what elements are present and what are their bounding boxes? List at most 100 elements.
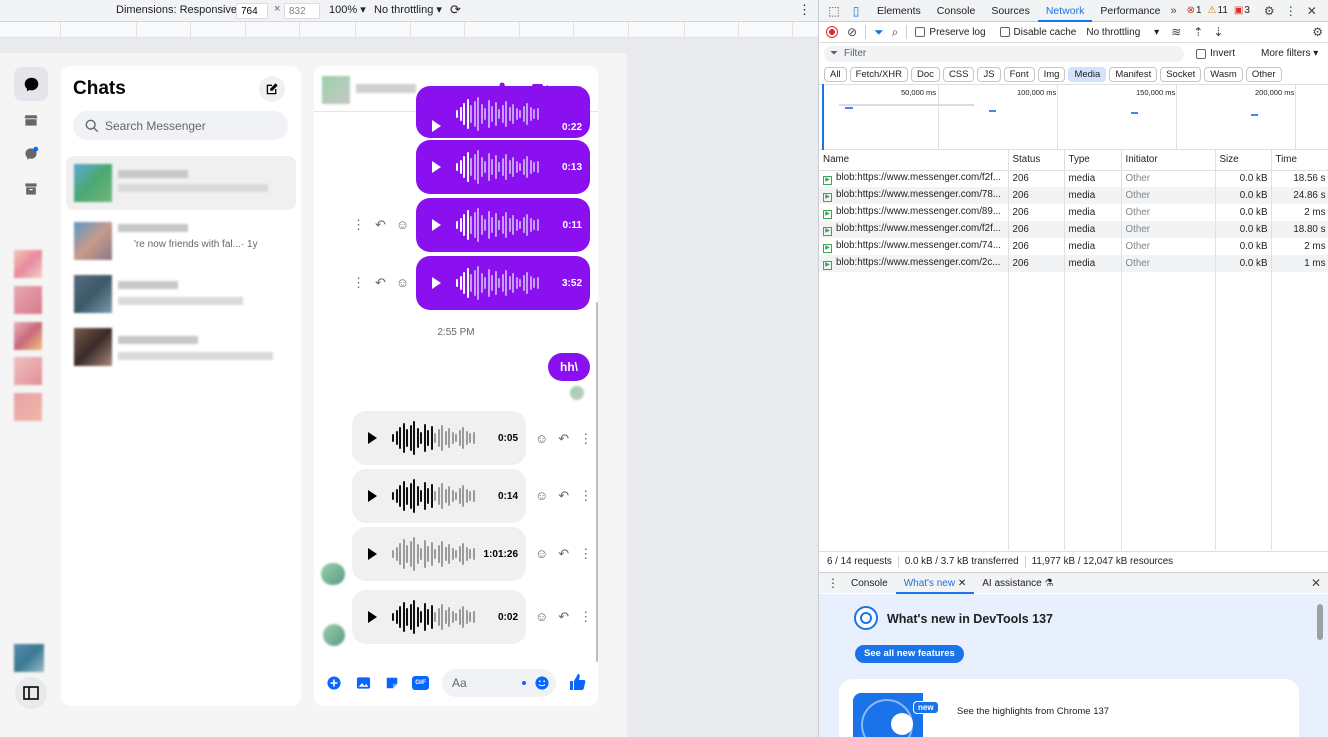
more-options-icon[interactable]: ⋮: [579, 431, 592, 447]
play-icon[interactable]: [432, 277, 441, 289]
filter-input[interactable]: ⏷ Filter: [824, 45, 1184, 62]
rotate-icon[interactable]: ⟳: [450, 2, 461, 18]
archive-icon[interactable]: [14, 172, 48, 206]
warning-counter[interactable]: ⚠ 11: [1208, 5, 1228, 16]
filter-chip-media[interactable]: Media: [1068, 67, 1107, 82]
avatar[interactable]: [14, 286, 42, 314]
outgoing-voice-message[interactable]: 0:11: [416, 198, 590, 252]
reply-icon[interactable]: ↶: [558, 488, 569, 504]
settings-icon[interactable]: ⚙: [1264, 4, 1275, 18]
request-row[interactable]: ▶ blob:https://www.messenger.com/89... 206…: [819, 204, 1328, 221]
request-row[interactable]: ▶ blob:https://www.messenger.com/74... 206…: [819, 238, 1328, 255]
filter-chip-all[interactable]: All: [824, 67, 847, 82]
column-header-status[interactable]: Status: [1008, 150, 1065, 171]
react-icon[interactable]: ☺: [535, 609, 548, 625]
incoming-voice-message[interactable]: 0:05: [352, 411, 526, 465]
avatar[interactable]: [14, 322, 42, 350]
new-message-button[interactable]: [259, 76, 285, 102]
request-row[interactable]: ▶ blob:https://www.messenger.com/2c... 206…: [819, 255, 1328, 272]
search-input[interactable]: Search Messenger: [73, 111, 288, 140]
more-tabs-icon[interactable]: »: [1170, 5, 1176, 17]
more-options-icon[interactable]: ⋮: [579, 546, 592, 562]
play-icon[interactable]: [432, 219, 441, 231]
reply-icon[interactable]: ↶: [375, 275, 386, 291]
gif-button[interactable]: GIF: [412, 676, 429, 690]
sender-avatar[interactable]: [321, 563, 345, 585]
react-icon[interactable]: ☺: [396, 275, 409, 291]
more-options-icon[interactable]: ⋮: [1285, 4, 1297, 18]
incoming-voice-message[interactable]: 1:01:26: [352, 527, 526, 581]
sidebar-toggle-icon[interactable]: [15, 677, 47, 709]
emoji-icon[interactable]: [535, 676, 549, 690]
play-icon[interactable]: [432, 161, 441, 173]
outgoing-voice-message[interactable]: 3:52: [416, 256, 590, 310]
message-input[interactable]: Aa: [442, 669, 556, 697]
plus-icon[interactable]: [327, 676, 341, 690]
filter-chip-img[interactable]: Img: [1037, 67, 1066, 82]
inspect-element-icon[interactable]: ⬚: [827, 4, 841, 18]
issues-counter[interactable]: ▣ 3: [1234, 5, 1250, 16]
tab-network[interactable]: Network: [1037, 0, 1093, 22]
filter-chip-doc[interactable]: Doc: [911, 67, 940, 82]
filter-chip-js[interactable]: JS: [977, 67, 1001, 82]
import-icon[interactable]: ⇡: [1193, 25, 1203, 39]
clear-icon[interactable]: ⊘: [847, 25, 857, 39]
react-icon[interactable]: ☺: [535, 488, 548, 504]
avatar[interactable]: [14, 250, 42, 278]
network-settings-icon[interactable]: ⚙: [1312, 25, 1323, 39]
dimensions-dropdown[interactable]: Dimensions: Responsive ▾: [116, 3, 246, 16]
chat-icon[interactable]: [14, 67, 48, 101]
search-icon[interactable]: ⌕: [892, 25, 899, 40]
drawer-menu-icon[interactable]: ⋮: [827, 576, 839, 590]
filter-chip-manifest[interactable]: Manifest: [1109, 67, 1158, 82]
more-options-icon[interactable]: ⋮: [352, 275, 365, 291]
column-header-size[interactable]: Size: [1215, 150, 1272, 171]
close-drawer-icon[interactable]: ✕: [1311, 576, 1321, 590]
request-row[interactable]: ▶ blob:https://www.messenger.com/f2f... 20…: [819, 221, 1328, 238]
more-options-icon[interactable]: ⋮: [579, 488, 592, 504]
drawer-tab-console[interactable]: Console: [843, 573, 896, 594]
play-icon[interactable]: [368, 548, 377, 560]
drawer-scrollbar[interactable]: [1317, 604, 1323, 640]
react-icon[interactable]: ☺: [396, 217, 409, 233]
react-icon[interactable]: ☺: [535, 431, 548, 447]
sticker-icon[interactable]: [385, 676, 399, 690]
overview-timeline[interactable]: 50,000 ms 100,000 ms 150,000 ms 200,000 …: [819, 84, 1328, 150]
request-row[interactable]: ▶ blob:https://www.messenger.com/78... 206…: [819, 187, 1328, 204]
filter-chip-socket[interactable]: Socket: [1160, 67, 1202, 82]
message-requests-icon[interactable]: [14, 137, 48, 171]
tab-console[interactable]: Console: [929, 0, 984, 22]
chat-list-item[interactable]: 're now friends with fal...· 1y: [66, 216, 296, 270]
avatar[interactable]: [14, 393, 42, 421]
more-filters-dropdown[interactable]: More filters ▾: [1261, 48, 1318, 59]
filter-chip-wasm[interactable]: Wasm: [1204, 67, 1243, 82]
reply-icon[interactable]: ↶: [558, 609, 569, 625]
zoom-dropdown[interactable]: 100% ▾: [329, 3, 366, 16]
contact-avatar[interactable]: [322, 76, 350, 104]
profile-avatar[interactable]: [14, 644, 44, 672]
tab-sources[interactable]: Sources: [983, 0, 1038, 22]
column-header-type[interactable]: Type: [1064, 150, 1122, 171]
sender-avatar[interactable]: [323, 624, 345, 646]
tab-performance[interactable]: Performance: [1092, 0, 1168, 22]
sent-message[interactable]: hh\: [548, 353, 590, 381]
contact-name[interactable]: [356, 84, 416, 93]
play-icon[interactable]: [368, 490, 377, 502]
close-tab-icon[interactable]: ✕: [958, 578, 966, 589]
export-icon[interactable]: ⇣: [1213, 25, 1223, 39]
see-all-features-button[interactable]: See all new features: [855, 645, 964, 663]
reply-icon[interactable]: ↶: [558, 431, 569, 447]
width-input[interactable]: [236, 3, 268, 19]
outgoing-voice-message[interactable]: 0:13: [416, 140, 590, 194]
more-options-icon[interactable]: ⋮: [798, 2, 811, 18]
filter-chip-other[interactable]: Other: [1245, 67, 1282, 82]
disable-cache-checkbox[interactable]: [999, 27, 1010, 37]
filter-chip-font[interactable]: Font: [1003, 67, 1035, 82]
store-icon[interactable]: [14, 103, 48, 137]
column-header-name[interactable]: Name: [819, 150, 1009, 171]
outgoing-voice-message[interactable]: 0:22: [416, 86, 590, 138]
tab-elements[interactable]: Elements: [869, 0, 929, 22]
filter-icon[interactable]: ⏷: [874, 25, 884, 40]
drawer-tab-whats-new[interactable]: What's new ✕: [895, 573, 975, 594]
chat-list-item[interactable]: [66, 326, 296, 380]
